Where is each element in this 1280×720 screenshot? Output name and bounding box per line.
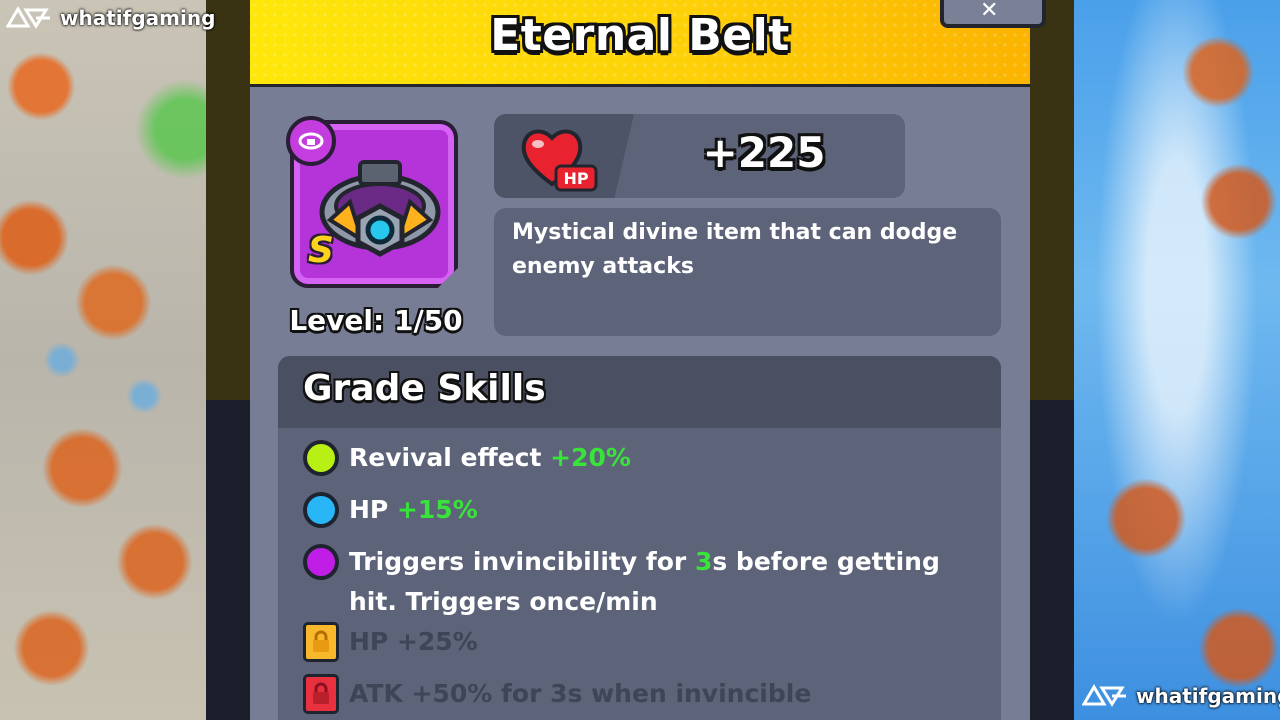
- left-background-blur: [0, 0, 206, 720]
- item-title: Eternal Belt: [490, 10, 790, 61]
- grade-skills-section: Grade Skills Revival effect +20% HP +15%…: [278, 356, 1001, 720]
- right-frame-strip: [1030, 0, 1074, 400]
- skill-dot-blue: [303, 492, 339, 528]
- right-background-blur: [1074, 0, 1280, 720]
- skill-value: +15%: [396, 495, 478, 524]
- skill-text: HP: [349, 495, 397, 524]
- item-description: Mystical divine item that can dodge enem…: [512, 220, 958, 279]
- skill-hp-15: HP +15%: [303, 490, 969, 530]
- heart-hp-icon: HP: [521, 129, 598, 192]
- skill-dot-green: [303, 440, 339, 476]
- lock-icon: [303, 674, 339, 714]
- belt-type-icon: [298, 132, 324, 150]
- item-level: Level: 1/50: [289, 304, 463, 337]
- skill-revival-effect: Revival effect +20%: [303, 438, 969, 478]
- brand-name: whatifgaming: [1136, 684, 1280, 708]
- skill-value: 3: [694, 547, 713, 576]
- brand-logo-icon: [1082, 684, 1126, 707]
- description-box: Mystical divine item that can dodge enem…: [494, 208, 1001, 336]
- close-button[interactable]: ✕: [940, 0, 1046, 28]
- left-frame-strip: [206, 0, 250, 400]
- brand-logo-icon: [6, 6, 50, 29]
- panel-header: Eternal Belt ✕: [250, 0, 1046, 87]
- hp-label: HP: [563, 169, 588, 188]
- grade-skills-title: Grade Skills: [303, 368, 546, 409]
- stat-value: +225: [702, 128, 826, 177]
- skill-text: ATK +50% for 3s when invincible: [349, 679, 812, 708]
- stat-box: HP +225: [494, 114, 905, 198]
- item-icon-tile[interactable]: S: [286, 116, 458, 288]
- brand-name: whatifgaming: [60, 6, 216, 30]
- grade-label: S: [308, 230, 334, 271]
- brand-watermark-bottom-right: whatifgaming: [1082, 684, 1280, 708]
- skill-invincibility: Triggers invincibility for 3s before get…: [303, 542, 969, 622]
- skill-text: HP +25%: [349, 627, 478, 656]
- belt-type-badge: [286, 116, 336, 166]
- skill-text: Revival effect: [349, 443, 551, 472]
- lock-icon: [303, 622, 339, 662]
- brand-watermark-top-left: whatifgaming: [6, 6, 215, 30]
- skill-text: Triggers invincibility for: [349, 547, 695, 576]
- skill-dot-purple: [303, 544, 339, 580]
- item-detail-panel: Eternal Belt ✕ S Level: 1/50 HP +225 Mys…: [250, 0, 1046, 720]
- skill-value: +20%: [550, 443, 631, 472]
- close-icon: ✕: [980, 0, 999, 23]
- grade-skills-header: Grade Skills: [278, 356, 1001, 428]
- skill-locked-atk-50: ATK +50% for 3s when invincible: [303, 674, 969, 714]
- skill-locked-hp-25: HP +25%: [303, 622, 969, 662]
